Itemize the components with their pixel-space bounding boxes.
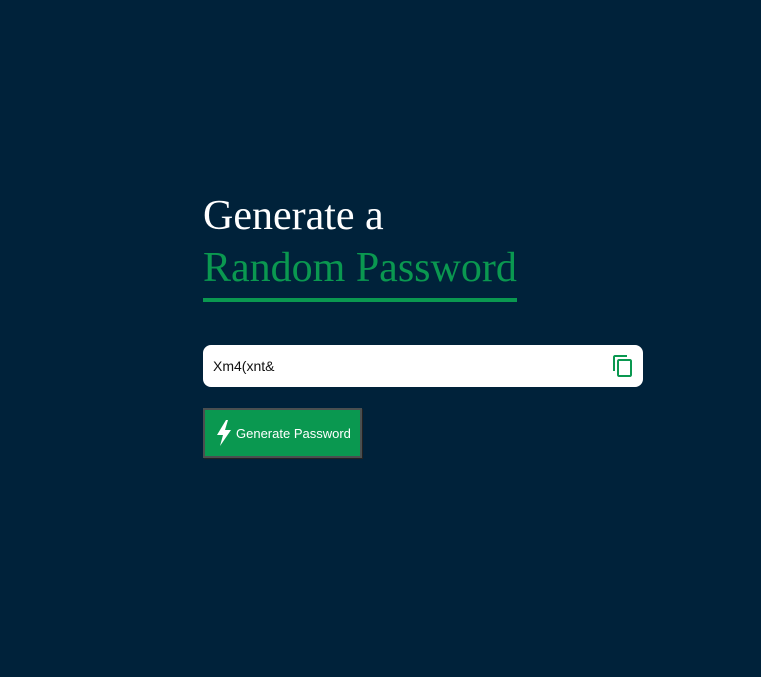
password-field-container [203, 345, 643, 387]
generate-password-button[interactable]: Generate Password [203, 408, 362, 458]
title-line-1: Generate a [203, 193, 384, 239]
title-line-2-highlight: Random Password [203, 242, 517, 302]
password-generator-panel: Generate a Random Password Generate Pass… [203, 190, 643, 458]
generate-button-label: Generate Password [236, 425, 351, 441]
password-output-field[interactable] [213, 345, 593, 387]
lightning-bolt-icon [215, 420, 233, 446]
page-title: Generate a Random Password [203, 190, 643, 302]
copy-icon[interactable] [611, 354, 635, 378]
